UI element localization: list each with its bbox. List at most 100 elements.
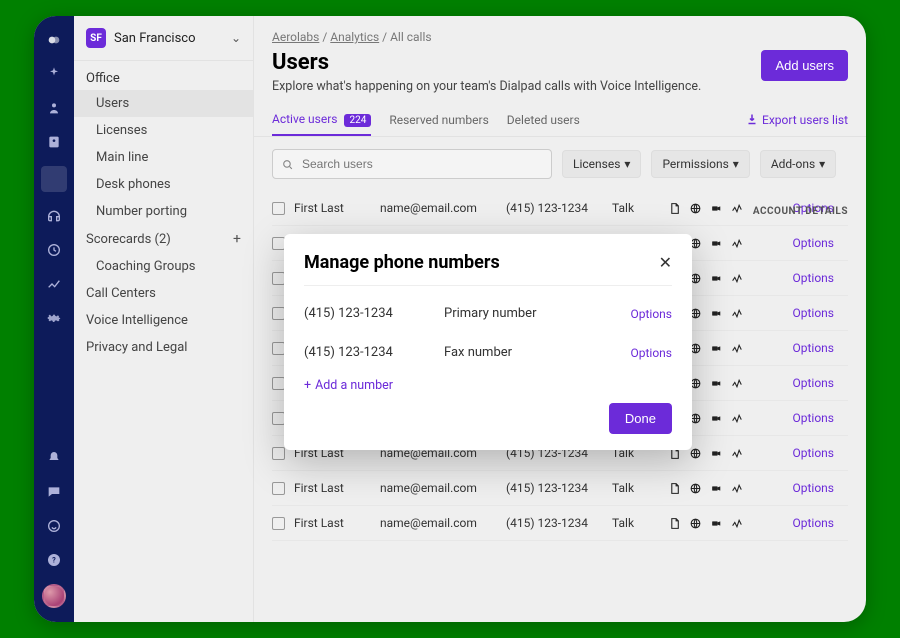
globe-icon	[689, 517, 702, 530]
tab-deleted-users[interactable]: Deleted users	[507, 113, 580, 135]
activity-icon	[731, 377, 744, 390]
done-button[interactable]: Done	[609, 403, 672, 434]
workspace-selector[interactable]: SF San Francisco ⌄	[74, 16, 253, 61]
activity-icon	[731, 272, 744, 285]
row-options-link[interactable]: Options	[774, 446, 834, 460]
row-checkbox[interactable]	[272, 517, 285, 530]
globe-icon	[689, 482, 702, 495]
smile-icon[interactable]	[44, 516, 64, 536]
sidebar-scorecards-label: Scorecards (2)	[86, 232, 171, 247]
activity-icon	[731, 447, 744, 460]
row-checkbox[interactable]	[272, 202, 285, 215]
chat-icon[interactable]	[44, 482, 64, 502]
page-subtitle: Explore what's happening on your team's …	[272, 79, 701, 94]
activity-icon	[731, 482, 744, 495]
headset-icon[interactable]	[44, 206, 64, 226]
caret-icon: ▾	[819, 157, 825, 171]
row-checkbox[interactable]	[272, 447, 285, 460]
row-options-link[interactable]: Options	[774, 376, 834, 390]
number-type: Primary number	[444, 306, 630, 321]
row-options-link[interactable]: Options	[774, 516, 834, 530]
sidebar-item-callcenters[interactable]: Call Centers	[74, 280, 253, 307]
sidebar-item-numberporting[interactable]: Number porting	[74, 198, 253, 225]
row-options-link[interactable]: Options	[774, 236, 834, 250]
globe-icon	[689, 202, 702, 215]
sidebar-item-voiceintel[interactable]: Voice Intelligence	[74, 307, 253, 334]
tab-active-label: Active users	[272, 112, 337, 126]
avatar[interactable]	[42, 584, 66, 608]
person-icon[interactable]	[44, 98, 64, 118]
row-email: name@email.com	[380, 481, 500, 495]
row-icons	[668, 482, 768, 495]
video-icon	[710, 272, 723, 285]
workspace-badge: SF	[86, 28, 106, 48]
sidebar-item-users[interactable]: Users	[74, 90, 253, 117]
number-options-link[interactable]: Options	[630, 307, 672, 321]
sidebar-group-office: Office	[74, 61, 253, 90]
export-users-link[interactable]: Export users list	[746, 113, 848, 136]
sidebar-item-deskphones[interactable]: Desk phones	[74, 171, 253, 198]
close-icon[interactable]: ✕	[659, 253, 672, 272]
row-options-link[interactable]: Options	[774, 306, 834, 320]
row-options-link[interactable]: Options	[774, 271, 834, 285]
row-name: First Last	[294, 201, 374, 215]
download-icon	[746, 113, 758, 128]
number-value: (415) 123-1234	[304, 345, 444, 360]
filter-permissions[interactable]: Permissions ▾	[651, 150, 749, 178]
selected-nav-icon[interactable]	[41, 166, 67, 192]
video-icon	[710, 447, 723, 460]
sidebar-item-privacy[interactable]: Privacy and Legal	[74, 334, 253, 361]
row-options-link[interactable]: Options	[774, 411, 834, 425]
row-options-link[interactable]: Options	[774, 481, 834, 495]
sidebar-item-mainline[interactable]: Main line	[74, 144, 253, 171]
row-phone: (415) 123-1234	[506, 201, 606, 215]
activity-icon	[731, 237, 744, 250]
add-users-button[interactable]: Add users	[761, 50, 848, 81]
contacts-icon[interactable]	[44, 132, 64, 152]
globe-icon	[689, 447, 702, 460]
sparkle-icon[interactable]	[44, 64, 64, 84]
logo-icon[interactable]	[44, 30, 64, 50]
row-plan: Talk	[612, 516, 662, 530]
tab-active-users[interactable]: Active users 224	[272, 112, 371, 136]
plus-icon: +	[304, 378, 311, 393]
tab-reserved-numbers[interactable]: Reserved numbers	[389, 113, 488, 135]
tabs: Active users 224 Reserved numbers Delete…	[254, 102, 866, 137]
search-input-wrapper[interactable]	[272, 149, 552, 179]
add-number-label: Add a number	[315, 378, 393, 393]
number-options-link[interactable]: Options	[630, 346, 672, 360]
sidebar-item-licenses[interactable]: Licenses	[74, 117, 253, 144]
manage-numbers-modal: Manage phone numbers ✕ (415) 123-1234 Pr…	[284, 234, 692, 450]
gear-icon[interactable]	[44, 308, 64, 328]
activity-icon	[731, 202, 744, 215]
filter-addons[interactable]: Add-ons ▾	[760, 150, 836, 178]
row-phone: (415) 123-1234	[506, 481, 606, 495]
breadcrumb-section[interactable]: Analytics	[330, 30, 379, 44]
caret-icon: ▾	[624, 157, 630, 171]
analytics-icon[interactable]	[44, 274, 64, 294]
search-input[interactable]	[300, 156, 543, 172]
filter-licenses[interactable]: Licenses ▾	[562, 150, 641, 178]
history-icon[interactable]	[44, 240, 64, 260]
number-value: (415) 123-1234	[304, 306, 444, 321]
sidebar-item-coaching[interactable]: Coaching Groups	[74, 253, 253, 280]
notification-icon[interactable]	[44, 448, 64, 468]
help-icon[interactable]: ?	[44, 550, 64, 570]
file-icon	[668, 202, 681, 215]
video-icon	[710, 482, 723, 495]
tab-active-count: 224	[344, 114, 371, 127]
plus-icon[interactable]: +	[233, 231, 241, 247]
row-plan: Talk	[612, 481, 662, 495]
export-label: Export users list	[762, 113, 848, 127]
chevron-down-icon: ⌄	[231, 31, 241, 45]
video-icon	[710, 237, 723, 250]
row-checkbox[interactable]	[272, 482, 285, 495]
add-number-link[interactable]: + Add a number	[304, 372, 672, 403]
table-row: First Last name@email.com (415) 123-1234…	[272, 506, 848, 541]
activity-icon	[731, 412, 744, 425]
file-icon	[668, 517, 681, 530]
sidebar-item-scorecards[interactable]: Scorecards (2) +	[74, 225, 253, 253]
breadcrumb-org[interactable]: Aerolabs	[272, 30, 319, 44]
row-options-link[interactable]: Options	[774, 341, 834, 355]
svg-text:?: ?	[52, 556, 56, 565]
